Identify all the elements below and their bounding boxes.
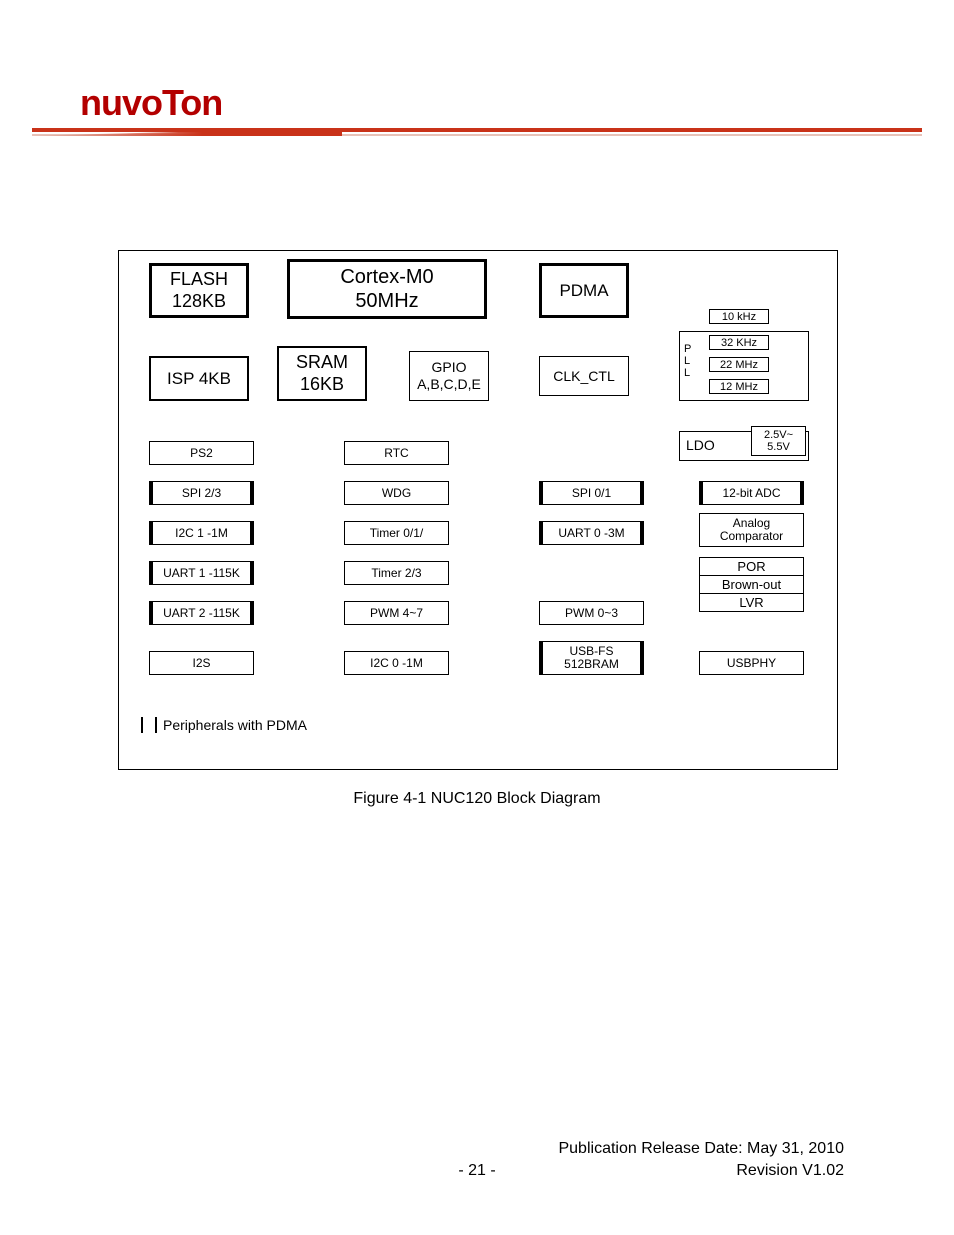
text: 50MHz (355, 289, 418, 313)
block-flash: FLASH 128KB (149, 263, 249, 318)
block-acmp: Analog Comparator (699, 513, 804, 547)
text: 128KB (172, 291, 226, 313)
block-gpio: GPIO A,B,C,D,E (409, 351, 489, 401)
block-isp: ISP 4KB (149, 356, 249, 401)
block-usbfs: USB-FS 512BRAM (539, 641, 644, 675)
revision: Revision V1.02 (736, 1162, 844, 1180)
text: FLASH (170, 269, 228, 291)
block-rtc: RTC (344, 441, 449, 465)
page-number: - 21 - (458, 1162, 495, 1180)
block-i2c1: I2C 1 -1M (149, 521, 254, 545)
pll-opt-3: 12 MHz (709, 379, 769, 394)
block-pdma: PDMA (539, 263, 629, 318)
block-clkctl: CLK_CTL (539, 356, 629, 396)
block-wdg: WDG (344, 481, 449, 505)
publication-date: Publication Release Date: May 31, 2010 (558, 1140, 844, 1158)
text: POR (699, 557, 804, 575)
block-timer23: Timer 2/3 (344, 561, 449, 585)
block-uart2: UART 2 -115K (149, 601, 254, 625)
block-uart0: UART 0 -3M (539, 521, 644, 545)
block-diagram: FLASH 128KB Cortex-M0 50MHz PDMA ISP 4KB… (118, 250, 838, 770)
pll-opt-0: 10 kHz (709, 309, 769, 324)
block-i2c0: I2C 0 -1M (344, 651, 449, 675)
pll-opt-1: 32 KHz (709, 335, 769, 350)
pll-opt-2: 22 MHz (709, 357, 769, 372)
text: LVR (699, 593, 804, 612)
block-adc: 12-bit ADC (699, 481, 804, 505)
figure-caption: Figure 4-1 NUC120 Block Diagram (0, 790, 954, 808)
ldo-voltage: 2.5V~ 5.5V (751, 426, 806, 456)
text: 16KB (300, 374, 344, 396)
text: SRAM (296, 352, 348, 374)
block-timer01: Timer 0/1/ (344, 521, 449, 545)
block-uart1: UART 1 -115K (149, 561, 254, 585)
brand-logo: nuvoTon (80, 82, 222, 124)
block-spi23: SPI 2/3 (149, 481, 254, 505)
block-pwm47: PWM 4~7 (344, 601, 449, 625)
header-rule (32, 126, 922, 140)
legend-icon (141, 717, 157, 733)
block-spi01: SPI 0/1 (539, 481, 644, 505)
block-pwm03: PWM 0~3 (539, 601, 644, 625)
text: Brown-out (699, 575, 804, 593)
ldo-container: LDO 2.5V~ 5.5V (679, 431, 809, 461)
text: Cortex-M0 (340, 265, 433, 289)
block-sram: SRAM 16KB (277, 346, 367, 401)
legend-text: Peripherals with PDMA (163, 717, 307, 733)
block-usbphy: USBPHY (699, 651, 804, 675)
pll-label: P L L (684, 343, 691, 379)
text: A,B,C,D,E (417, 376, 481, 393)
ldo-label: LDO (686, 437, 715, 453)
block-i2s: I2S (149, 651, 254, 675)
block-por-stack: POR Brown-out LVR (699, 557, 804, 612)
block-cortex: Cortex-M0 50MHz (287, 259, 487, 319)
text: GPIO (431, 359, 466, 376)
block-ps2: PS2 (149, 441, 254, 465)
